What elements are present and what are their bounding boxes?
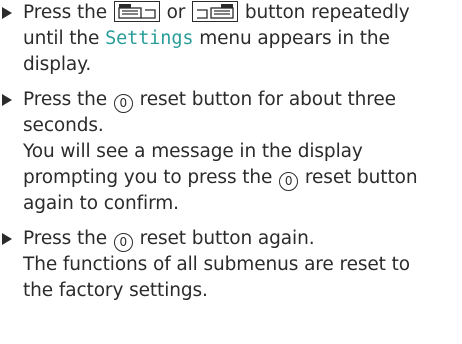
bullet-icon bbox=[2, 7, 12, 19]
step1-line2: until the Settings menu appears in the bbox=[23, 26, 390, 52]
bullet-icon bbox=[2, 233, 12, 245]
instruction-list: Press the or button repeatedly until the bbox=[0, 0, 462, 344]
circled-zero-reset-icon: 0 bbox=[279, 172, 299, 191]
step1-line3: display. bbox=[23, 54, 92, 75]
step2-line5: again to confirm. bbox=[23, 193, 179, 214]
step1-or: or bbox=[166, 2, 186, 23]
step3-text: Press the bbox=[23, 228, 108, 249]
step2-text: reset button for about three bbox=[139, 89, 396, 110]
step2-text: reset button bbox=[304, 167, 418, 188]
bullet-icon bbox=[2, 94, 12, 106]
display-page-back-icon bbox=[113, 1, 160, 22]
step1-text: menu appears in the bbox=[199, 28, 390, 49]
step1-text: button repeatedly bbox=[244, 2, 410, 23]
menu-name-settings: Settings bbox=[105, 28, 194, 49]
step2-line4: prompting you to press the 0 reset butto… bbox=[23, 165, 418, 191]
step3-line3: the factory settings. bbox=[23, 280, 208, 301]
step2-line1: Press the 0 reset button for about three bbox=[23, 87, 396, 113]
step3-line1: Press the 0 reset button again. bbox=[23, 226, 315, 252]
step2-line2: seconds. bbox=[23, 115, 104, 136]
step1-text: Press the bbox=[23, 2, 108, 23]
step1-line1: Press the or button repeatedly bbox=[23, 0, 410, 26]
circled-zero-reset-icon: 0 bbox=[113, 233, 133, 252]
step3-line2: The functions of all submenus are reset … bbox=[23, 254, 410, 275]
step1-text: until the bbox=[23, 28, 100, 49]
display-page-forward-icon bbox=[192, 1, 239, 22]
step2-text: Press the bbox=[23, 89, 108, 110]
step3-text: reset button again. bbox=[139, 228, 315, 249]
step2-line3: You will see a message in the display bbox=[23, 141, 363, 162]
step2-text: prompting you to press the bbox=[23, 167, 273, 188]
circled-zero-reset-icon: 0 bbox=[113, 94, 133, 113]
